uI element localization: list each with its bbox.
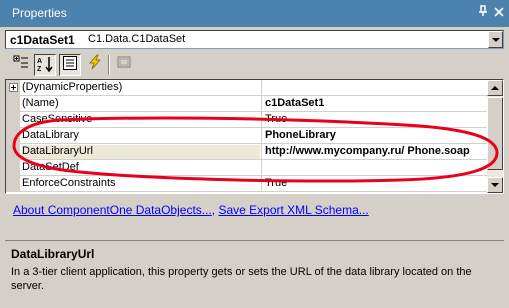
properties-toolbar: AZ	[0, 51, 509, 78]
alphabetical-icon[interactable]: AZ	[34, 54, 56, 76]
row-gutter	[6, 160, 20, 176]
column-divider[interactable]	[261, 160, 262, 176]
properties-title-bar: Properties	[0, 0, 509, 27]
description-title: DataLibraryUrl	[11, 247, 95, 261]
expand-plus-icon[interactable]	[9, 83, 18, 92]
property-name: (DynamicProperties)	[22, 81, 123, 93]
pane-splitter[interactable]	[0, 232, 509, 240]
vertical-scrollbar[interactable]	[487, 80, 503, 193]
chevron-down-icon[interactable]	[488, 31, 503, 48]
row-gutter	[6, 176, 20, 192]
property-name: DataSetDef	[22, 161, 79, 173]
property-value[interactable]: PhoneLibrary	[265, 129, 487, 141]
property-value[interactable]: True	[265, 113, 487, 125]
property-grid[interactable]: (DynamicProperties) (Name) c1DataSet1 Ca…	[5, 79, 504, 194]
column-divider[interactable]	[261, 96, 262, 112]
row-gutter	[6, 96, 20, 112]
property-row[interactable]: (Name) c1DataSet1	[6, 96, 487, 112]
row-gutter	[6, 128, 20, 144]
property-name: (Name)	[22, 97, 59, 109]
object-name: c1DataSet1	[10, 33, 75, 47]
svg-text:Z: Z	[37, 66, 42, 73]
property-row-selected[interactable]: DataLibraryUrl http://www.mycompany.ru/ …	[6, 144, 487, 160]
column-divider[interactable]	[261, 112, 262, 128]
column-divider[interactable]	[261, 128, 262, 144]
link-separator: ,	[211, 203, 216, 217]
property-row[interactable]: CaseSensitive True	[6, 112, 487, 128]
scroll-thumb[interactable]	[487, 97, 503, 170]
commands-pane: About ComponentOne DataObjects..., Save …	[5, 196, 504, 230]
events-icon[interactable]	[84, 54, 106, 76]
window-title: Properties	[12, 6, 67, 20]
svg-text:A: A	[37, 58, 42, 65]
object-selector-dropdown[interactable]: c1DataSet1 C1.Data.C1DataSet	[5, 30, 504, 49]
about-dataobjects-link[interactable]: About ComponentOne DataObjects...	[13, 203, 212, 217]
column-divider[interactable]	[261, 80, 262, 96]
property-row[interactable]: (DynamicProperties)	[6, 80, 487, 96]
property-row[interactable]: EnforceConstraints True	[6, 176, 487, 192]
property-value[interactable]: True	[265, 177, 487, 189]
property-name: DataLibrary	[22, 129, 79, 141]
property-name: CaseSensitive	[22, 113, 93, 125]
row-gutter	[6, 112, 20, 128]
property-pages-icon[interactable]	[113, 54, 135, 76]
save-export-xml-schema-link[interactable]: Save Export XML Schema...	[218, 203, 368, 217]
description-pane: DataLibraryUrl In a 3-tier client applic…	[5, 240, 504, 306]
categorized-icon[interactable]	[10, 54, 32, 76]
property-name: DataLibraryUrl	[22, 145, 260, 159]
scroll-down-icon[interactable]	[487, 177, 503, 193]
property-value[interactable]: http://www.mycompany.ru/ Phone.soap	[265, 145, 487, 157]
column-divider[interactable]	[261, 144, 262, 160]
column-divider[interactable]	[261, 176, 262, 192]
property-row[interactable]: DataLibrary PhoneLibrary	[6, 128, 487, 144]
property-row[interactable]: DataSetDef	[6, 160, 487, 176]
close-icon[interactable]	[492, 5, 506, 21]
property-name: EnforceConstraints	[22, 177, 116, 189]
property-value[interactable]: c1DataSet1	[265, 97, 487, 109]
scroll-up-icon[interactable]	[487, 80, 503, 96]
toolbar-separator	[108, 55, 110, 75]
commands-links: About ComponentOne DataObjects..., Save …	[13, 203, 369, 217]
pin-icon[interactable]	[476, 5, 490, 21]
row-gutter	[6, 80, 20, 96]
row-gutter	[6, 144, 20, 160]
description-text: In a 3-tier client application, this pro…	[11, 266, 472, 292]
properties-icon[interactable]	[59, 54, 81, 76]
object-type: C1.Data.C1DataSet	[88, 33, 186, 45]
